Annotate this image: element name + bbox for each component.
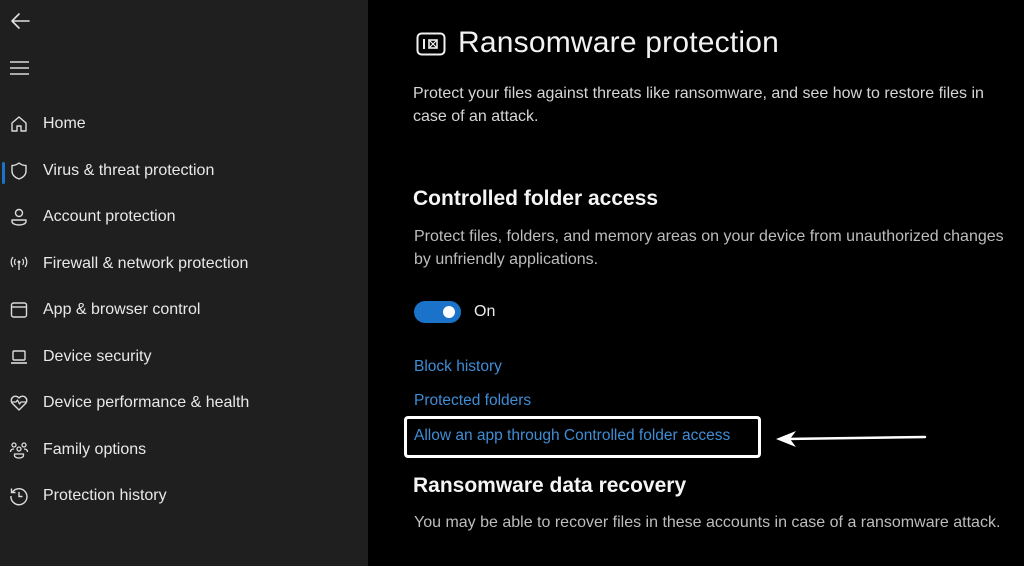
controlled-folder-access-heading: Controlled folder access (413, 187, 659, 210)
wireless-antenna-icon (9, 254, 29, 274)
protected-folders-link[interactable]: Protected folders (414, 392, 531, 410)
sidebar-item-label: Protection history (43, 487, 167, 504)
sidebar-nav: Home Virus & threat protection Account p… (0, 102, 368, 521)
history-icon (9, 486, 29, 506)
sidebar-item-label: Account protection (43, 208, 176, 225)
arrow-left-icon (11, 13, 30, 29)
sidebar-item-app-browser-control[interactable]: App & browser control (0, 288, 368, 335)
hamburger-menu-icon (10, 61, 29, 75)
sidebar-item-home[interactable]: Home (0, 102, 368, 149)
sidebar-item-family-options[interactable]: Family options (0, 428, 368, 475)
sidebar-item-account-protection[interactable]: Account protection (0, 195, 368, 242)
data-recovery-description: You may be able to recover files in thes… (414, 514, 1001, 531)
sidebar-item-label: Virus & threat protection (43, 161, 215, 179)
sidebar-item-label: Device security (43, 347, 152, 365)
main-content: Ransomware protection Protect your files… (368, 0, 1024, 566)
sidebar-item-virus-threat-protection[interactable]: Virus & threat protection (0, 149, 368, 196)
active-indicator (2, 161, 5, 184)
home-icon (9, 114, 29, 134)
toggle-knob (443, 306, 455, 318)
ransomware-protection-icon (416, 32, 446, 56)
page-description: Protect your files against threats like … (413, 85, 984, 125)
annotation-arrow-icon (776, 431, 927, 447)
controlled-folder-access-toggle[interactable] (414, 301, 461, 323)
toggle-state-label: On (474, 303, 496, 320)
person-icon (9, 207, 29, 227)
annotation-highlight-box (404, 416, 761, 458)
heart-pulse-icon (9, 393, 29, 413)
browser-window-icon (9, 300, 29, 320)
laptop-icon (9, 347, 29, 367)
sidebar: Home Virus & threat protection Account p… (0, 0, 368, 566)
back-button[interactable] (8, 9, 32, 33)
sidebar-item-label: Family options (43, 440, 147, 458)
data-recovery-heading: Ransomware data recovery (413, 474, 687, 497)
family-icon (9, 440, 29, 460)
page-title: Ransomware protection (458, 26, 780, 59)
sidebar-item-device-security[interactable]: Device security (0, 335, 368, 382)
shield-icon (9, 161, 29, 181)
sidebar-item-label: Device performance & health (43, 394, 250, 411)
controlled-folder-access-description: Protect files, folders, and memory areas… (414, 228, 1004, 268)
sidebar-item-protection-history[interactable]: Protection history (0, 474, 368, 521)
menu-button[interactable] (8, 57, 32, 79)
block-history-link[interactable]: Block history (414, 358, 502, 376)
sidebar-item-label: Firewall & network protection (43, 254, 249, 272)
sidebar-item-label: App & browser control (43, 301, 201, 318)
sidebar-item-label: Home (43, 115, 86, 132)
sidebar-item-firewall-network-protection[interactable]: Firewall & network protection (0, 242, 368, 289)
sidebar-item-device-performance-health[interactable]: Device performance & health (0, 381, 368, 428)
